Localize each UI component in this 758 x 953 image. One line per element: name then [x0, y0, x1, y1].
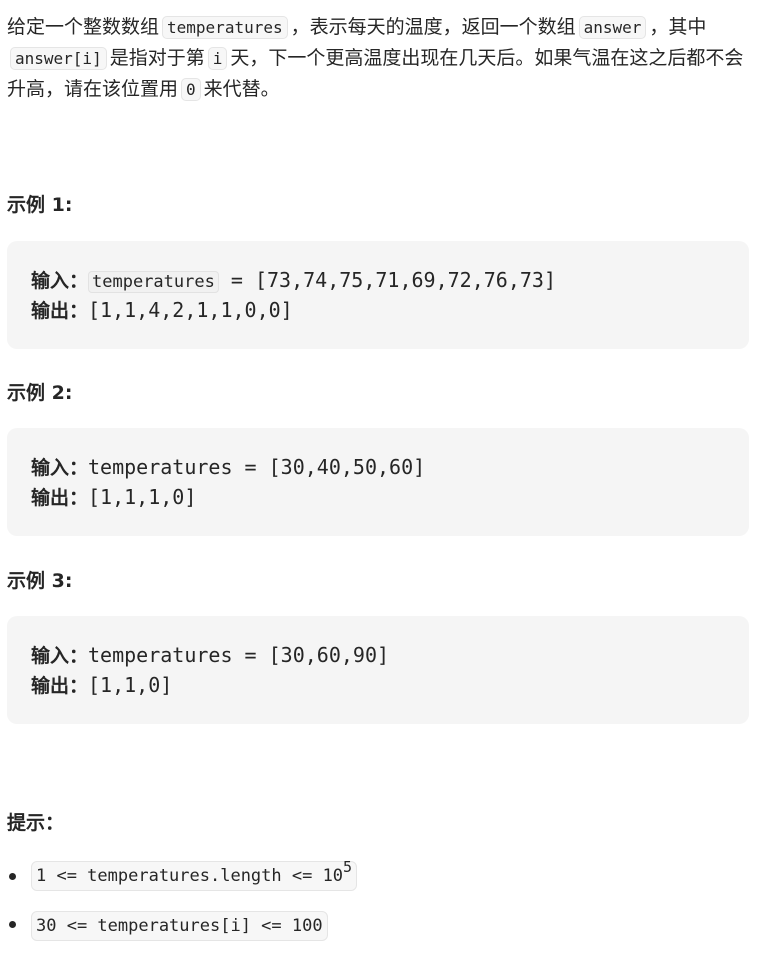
example-3-output-value: [1,1,0] — [88, 673, 173, 697]
example-3-title: 示例 3: — [7, 570, 73, 592]
inline-code-answer: answer — [578, 16, 647, 39]
desc-text-4: 是指对于第 — [109, 47, 205, 69]
inline-code-zero: 0 — [181, 78, 201, 101]
hint-1-code: 1 <= temperatures.length <= 105 — [31, 858, 358, 891]
example-1-title: 示例 1: — [7, 194, 73, 216]
desc-text-6: 来代替。 — [203, 78, 280, 100]
inline-code-i: i — [207, 47, 228, 70]
example-2-title: 示例 2: — [7, 382, 73, 404]
hint-2-text: 30 <= temperatures[i] <= 100 — [36, 916, 323, 936]
example-2-input-label: 输入： — [31, 457, 89, 479]
hint-1-text: 1 <= temperatures.length <= 10 — [36, 866, 344, 886]
example-1-output-label: 输出： — [31, 300, 89, 322]
example-3-input: 输入：temperatures = [30,60,90] — [31, 640, 389, 670]
example-3-block: 输入：temperatures = [30,60,90] 输出：[1,1,0] — [7, 616, 749, 724]
example-2-input: 输入：temperatures = [30,40,50,60] — [31, 452, 425, 482]
hint-1-bullet — [9, 873, 16, 880]
example-1-input-value: = [73,74,75,71,69,72,76,73] — [218, 268, 556, 292]
example-3-output: 输出：[1,1,0] — [31, 670, 172, 700]
example-2-block: 输入：temperatures = [30,40,50,60] 输出：[1,1,… — [7, 428, 749, 536]
example-3-output-label: 输出： — [31, 675, 89, 697]
example-2-output-value: [1,1,1,0] — [88, 485, 197, 509]
example-1-output: 输出：[1,1,4,2,1,1,0,0] — [31, 295, 293, 325]
example-2-output-label: 输出： — [31, 487, 89, 509]
example-2-output: 输出：[1,1,1,0] — [31, 482, 196, 512]
example-1-input-var: temperatures — [88, 271, 219, 293]
inline-code-answer-i: answer[i] — [10, 47, 107, 70]
desc-text-3: ，其中 — [649, 16, 707, 38]
example-3-input-label: 输入： — [31, 645, 89, 667]
desc-text-2: ，表示每天的温度，返回一个数组 — [290, 16, 576, 38]
example-1-block: 输入： temperatures = [73,74,75,71,69,72,76,… — [7, 241, 749, 349]
hint-1-exponent: 5 — [343, 858, 353, 876]
hint-2-code: 30 <= temperatures[i] <= 100 — [31, 911, 328, 941]
inline-code-temperatures: temperatures — [162, 16, 288, 39]
example-1-input: 输入： temperatures = [73,74,75,71,69,72,76,… — [31, 265, 556, 295]
example-1-output-value: [1,1,4,2,1,1,0,0] — [88, 298, 293, 322]
hints-title: 提示： — [7, 812, 65, 834]
desc-text-1: 给定一个整数数组 — [7, 16, 160, 38]
problem-description: 给定一个整数数组 temperatures ，表示每天的温度，返回一个数组 answe… — [7, 12, 752, 105]
example-2-input-value: temperatures = [30,40,50,60] — [88, 455, 426, 479]
hint-2-bullet — [9, 921, 16, 928]
example-1-input-label: 输入： — [31, 270, 89, 292]
example-3-input-value: temperatures = [30,60,90] — [88, 643, 390, 667]
